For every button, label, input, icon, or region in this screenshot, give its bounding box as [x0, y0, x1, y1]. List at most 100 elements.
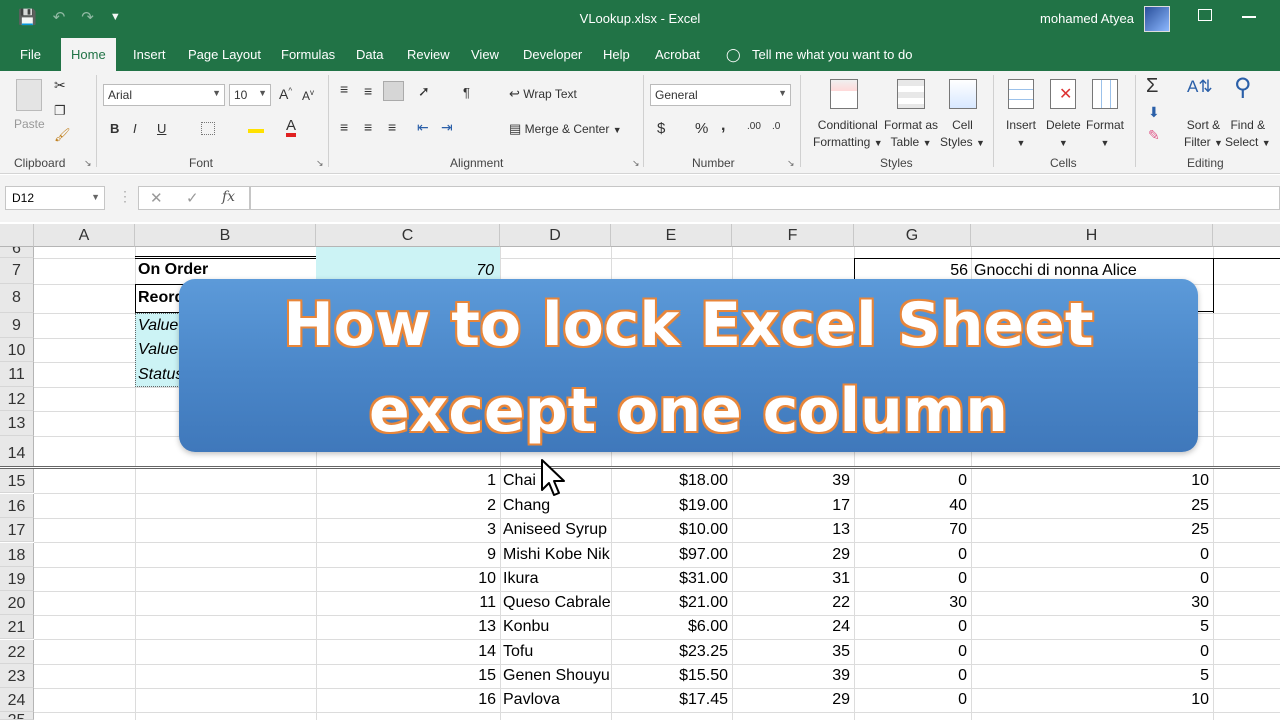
sort-filter-icon[interactable]: A⇅ — [1187, 77, 1213, 97]
user-name[interactable]: mohamed Atyea — [1040, 11, 1134, 26]
cell-price[interactable]: $19.00 — [611, 497, 728, 515]
tab-help[interactable]: Help — [603, 47, 630, 62]
cell-reorder[interactable]: 0 — [971, 643, 1209, 661]
font-color-icon[interactable]: A — [286, 118, 297, 137]
cell-price[interactable]: $97.00 — [611, 546, 728, 564]
cell-stock[interactable]: 24 — [732, 618, 850, 636]
cell-reorder[interactable]: 0 — [971, 570, 1209, 588]
comma-button[interactable]: , — [721, 117, 725, 135]
cell-price[interactable]: $31.00 — [611, 570, 728, 588]
bottom-align-icon[interactable] — [383, 81, 404, 101]
value-label-2[interactable]: Value — [138, 341, 181, 359]
tell-me-search[interactable]: Tell me what you want to do — [752, 47, 912, 62]
cell-id[interactable]: 15 — [316, 667, 496, 685]
tab-review[interactable]: Review — [407, 47, 450, 62]
bold-button[interactable]: B — [110, 121, 119, 136]
find-select-icon[interactable]: ⚲ — [1234, 73, 1252, 102]
cell-order[interactable]: 0 — [854, 618, 967, 636]
format-button[interactable]: Format ▼ — [1086, 117, 1124, 152]
cell-price[interactable]: $18.00 — [611, 472, 728, 490]
cell-id[interactable]: 16 — [316, 691, 496, 709]
delete-cells-icon[interactable]: ✕ — [1050, 79, 1076, 109]
cell-name[interactable]: Pavlova — [503, 691, 610, 709]
decrease-decimal-icon[interactable]: .0 — [772, 121, 780, 132]
tab-page-layout[interactable]: Page Layout — [188, 47, 261, 62]
row-header-25[interactable]: 25 — [0, 712, 34, 720]
increase-decimal-icon[interactable]: .00 — [747, 121, 761, 132]
increase-indent-icon[interactable]: ⇥ — [441, 119, 453, 136]
cancel-icon[interactable]: ✕ — [150, 189, 163, 207]
format-as-table-icon[interactable] — [897, 79, 925, 109]
format-as-table-button[interactable]: Format as Table ▼ — [884, 117, 938, 152]
cell-price[interactable]: $21.00 — [611, 594, 728, 612]
cell-name[interactable]: Konbu — [503, 618, 610, 636]
on-order-value[interactable]: 70 — [316, 262, 494, 280]
cell-order[interactable]: 0 — [854, 570, 967, 588]
find-select-button[interactable]: Find & Select ▼ — [1225, 117, 1271, 152]
conditional-formatting-icon[interactable] — [830, 79, 858, 109]
product-name-h7[interactable]: Gnocchi di nonna Alice — [974, 262, 1137, 280]
decrease-font-icon[interactable]: Av — [302, 88, 314, 103]
row-header-19[interactable]: 19 — [0, 567, 34, 591]
row-header-7[interactable]: 7 — [0, 258, 34, 284]
middle-align-icon[interactable]: ≡ — [364, 83, 372, 99]
paste-icon[interactable] — [16, 79, 42, 111]
cell-styles-icon[interactable] — [949, 79, 977, 109]
number-launcher-icon[interactable]: ↘ — [787, 158, 795, 169]
cell-name[interactable]: Mishi Kobe Niku — [503, 546, 610, 564]
column-header-h[interactable]: H — [971, 224, 1213, 247]
row-header-8[interactable]: 8 — [0, 284, 34, 313]
cell-price[interactable]: $15.50 — [611, 667, 728, 685]
cell-price[interactable]: $10.00 — [611, 521, 728, 539]
cell-styles-button[interactable]: Cell Styles ▼ — [940, 117, 985, 152]
tab-acrobat[interactable]: Acrobat — [655, 47, 700, 62]
cell-name[interactable]: Queso Cabrales — [503, 594, 610, 612]
cell-id[interactable]: 9 — [316, 546, 496, 564]
cell-id[interactable]: 10 — [316, 570, 496, 588]
cell-id[interactable]: 1 — [316, 472, 496, 490]
cell-id[interactable]: 3 — [316, 521, 496, 539]
column-header-c[interactable]: C — [316, 224, 500, 247]
increase-font-icon[interactable]: A^ — [279, 86, 292, 102]
decrease-indent-icon[interactable]: ⇤ — [417, 119, 429, 136]
minimize-icon[interactable] — [1242, 16, 1256, 18]
delete-button[interactable]: Delete ▼ — [1046, 117, 1081, 152]
cell-order[interactable]: 70 — [854, 521, 967, 539]
name-box[interactable]: D12 ▼ — [5, 186, 105, 210]
cell-order[interactable]: 0 — [854, 546, 967, 564]
cell-stock[interactable]: 35 — [732, 643, 850, 661]
wrap-text-button[interactable]: ↩ Wrap Text — [509, 86, 577, 102]
cell-name[interactable]: Genen Shouyu — [503, 667, 610, 685]
clipboard-launcher-icon[interactable]: ↘ — [84, 158, 92, 169]
underline-button[interactable]: U — [157, 121, 166, 136]
column-header-e[interactable]: E — [611, 224, 732, 247]
on-order-label[interactable]: On Order — [138, 261, 208, 279]
column-header-f[interactable]: F — [732, 224, 854, 247]
row-header-22[interactable]: 22 — [0, 640, 34, 664]
percent-button[interactable]: % — [695, 120, 708, 137]
text-direction-icon[interactable]: ¶ — [463, 85, 470, 100]
cell-reorder[interactable]: 10 — [971, 691, 1209, 709]
cell-reorder[interactable]: 0 — [971, 546, 1209, 564]
cell-order[interactable]: 0 — [854, 667, 967, 685]
tab-formulas[interactable]: Formulas — [281, 47, 335, 62]
cell-id[interactable]: 13 — [316, 618, 496, 636]
cell-name[interactable]: Tofu — [503, 643, 610, 661]
status-label[interactable]: Status — [138, 366, 181, 384]
fill-icon[interactable]: ⬇ — [1148, 104, 1160, 121]
align-left-icon[interactable]: ≡ — [340, 119, 348, 135]
row-header-6[interactable]: 6 — [0, 247, 34, 258]
font-launcher-icon[interactable]: ↘ — [316, 158, 324, 169]
clear-icon[interactable]: ✎ — [1148, 127, 1160, 144]
format-painter-icon[interactable]: 🖌 — [54, 127, 71, 143]
select-all-corner[interactable] — [0, 224, 34, 247]
insert-function-button[interactable]: fx — [222, 189, 235, 205]
row-header-18[interactable]: 18 — [0, 543, 34, 567]
product-id-g7[interactable]: 56 — [854, 262, 968, 280]
autosum-icon[interactable]: Σ — [1146, 75, 1158, 98]
tab-data[interactable]: Data — [356, 47, 383, 62]
cell-stock[interactable]: 39 — [732, 667, 850, 685]
format-cells-icon[interactable] — [1092, 79, 1118, 109]
row-header-24[interactable]: 24 — [0, 688, 34, 712]
row-header-10[interactable]: 10 — [0, 338, 34, 362]
